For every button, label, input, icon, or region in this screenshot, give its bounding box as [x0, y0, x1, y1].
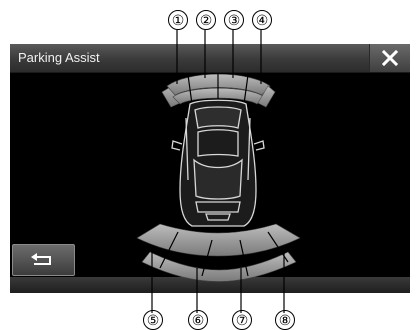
- sensor-label-6: ⑥: [188, 310, 208, 330]
- parking-view: [136, 30, 301, 313]
- return-arrow-icon: [31, 253, 51, 265]
- sensor-label-1: ①: [168, 10, 188, 30]
- rear-zone: [136, 223, 301, 257]
- sensor-label-3: ③: [224, 10, 244, 30]
- rear-sensor-zones: [136, 223, 301, 282]
- sensor-label-5: ⑤: [143, 310, 163, 330]
- car-icon: [171, 99, 265, 227]
- sensor-label-2: ②: [196, 10, 216, 30]
- sensor-label-7: ⑦: [232, 310, 252, 330]
- sensor-label-4: ④: [252, 10, 272, 30]
- sensor-label-8: ⑧: [275, 310, 295, 330]
- back-button[interactable]: [12, 244, 75, 276]
- rear-zone: [141, 251, 297, 282]
